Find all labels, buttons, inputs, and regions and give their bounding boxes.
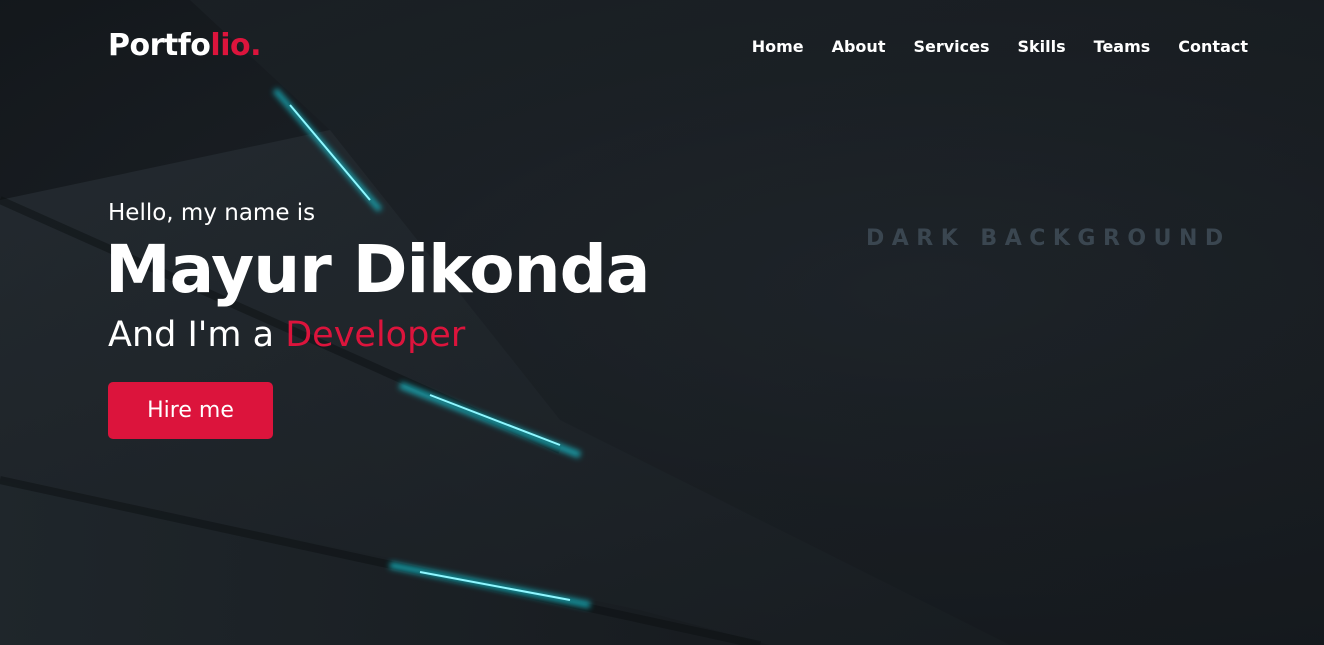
nav-menu: Home About Services Skills Teams Contact xyxy=(752,37,1248,56)
nav-item-skills: Skills xyxy=(1018,37,1066,56)
background-watermark-text: DARK BACKGROUND xyxy=(866,226,1231,251)
nav-item-contact: Contact xyxy=(1178,37,1248,56)
hero-section: DARK BACKGROUND Portfolio. Home About Se… xyxy=(0,0,1324,645)
hero-greeting: Hello, my name is xyxy=(108,200,316,226)
hire-me-button[interactable]: Hire me xyxy=(108,382,273,439)
nav-item-home: Home xyxy=(752,37,804,56)
hero-role: And I'm a Developer xyxy=(108,314,649,356)
nav-link-services[interactable]: Services xyxy=(913,37,989,56)
hero-content: Hello, my name is Mayur Dikonda And I'm … xyxy=(105,196,650,439)
hero-role-highlight: Developer xyxy=(285,315,466,355)
navbar: Portfolio. Home About Services Skills Te… xyxy=(0,0,1324,96)
nav-link-contact[interactable]: Contact xyxy=(1178,37,1248,56)
nav-link-home[interactable]: Home xyxy=(752,37,804,56)
nav-item-teams: Teams xyxy=(1094,37,1151,56)
logo-accent-text: lio. xyxy=(210,28,261,63)
hero-role-prefix: And I'm a xyxy=(108,315,286,355)
logo-main-text: Portfo xyxy=(108,28,211,63)
site-logo[interactable]: Portfolio. xyxy=(108,28,261,63)
nav-item-about: About xyxy=(832,37,886,56)
hero-name: Mayur Dikonda xyxy=(105,231,650,308)
nav-item-services: Services xyxy=(913,37,989,56)
nav-link-skills[interactable]: Skills xyxy=(1018,37,1066,56)
nav-link-teams[interactable]: Teams xyxy=(1094,37,1151,56)
nav-link-about[interactable]: About xyxy=(832,37,886,56)
